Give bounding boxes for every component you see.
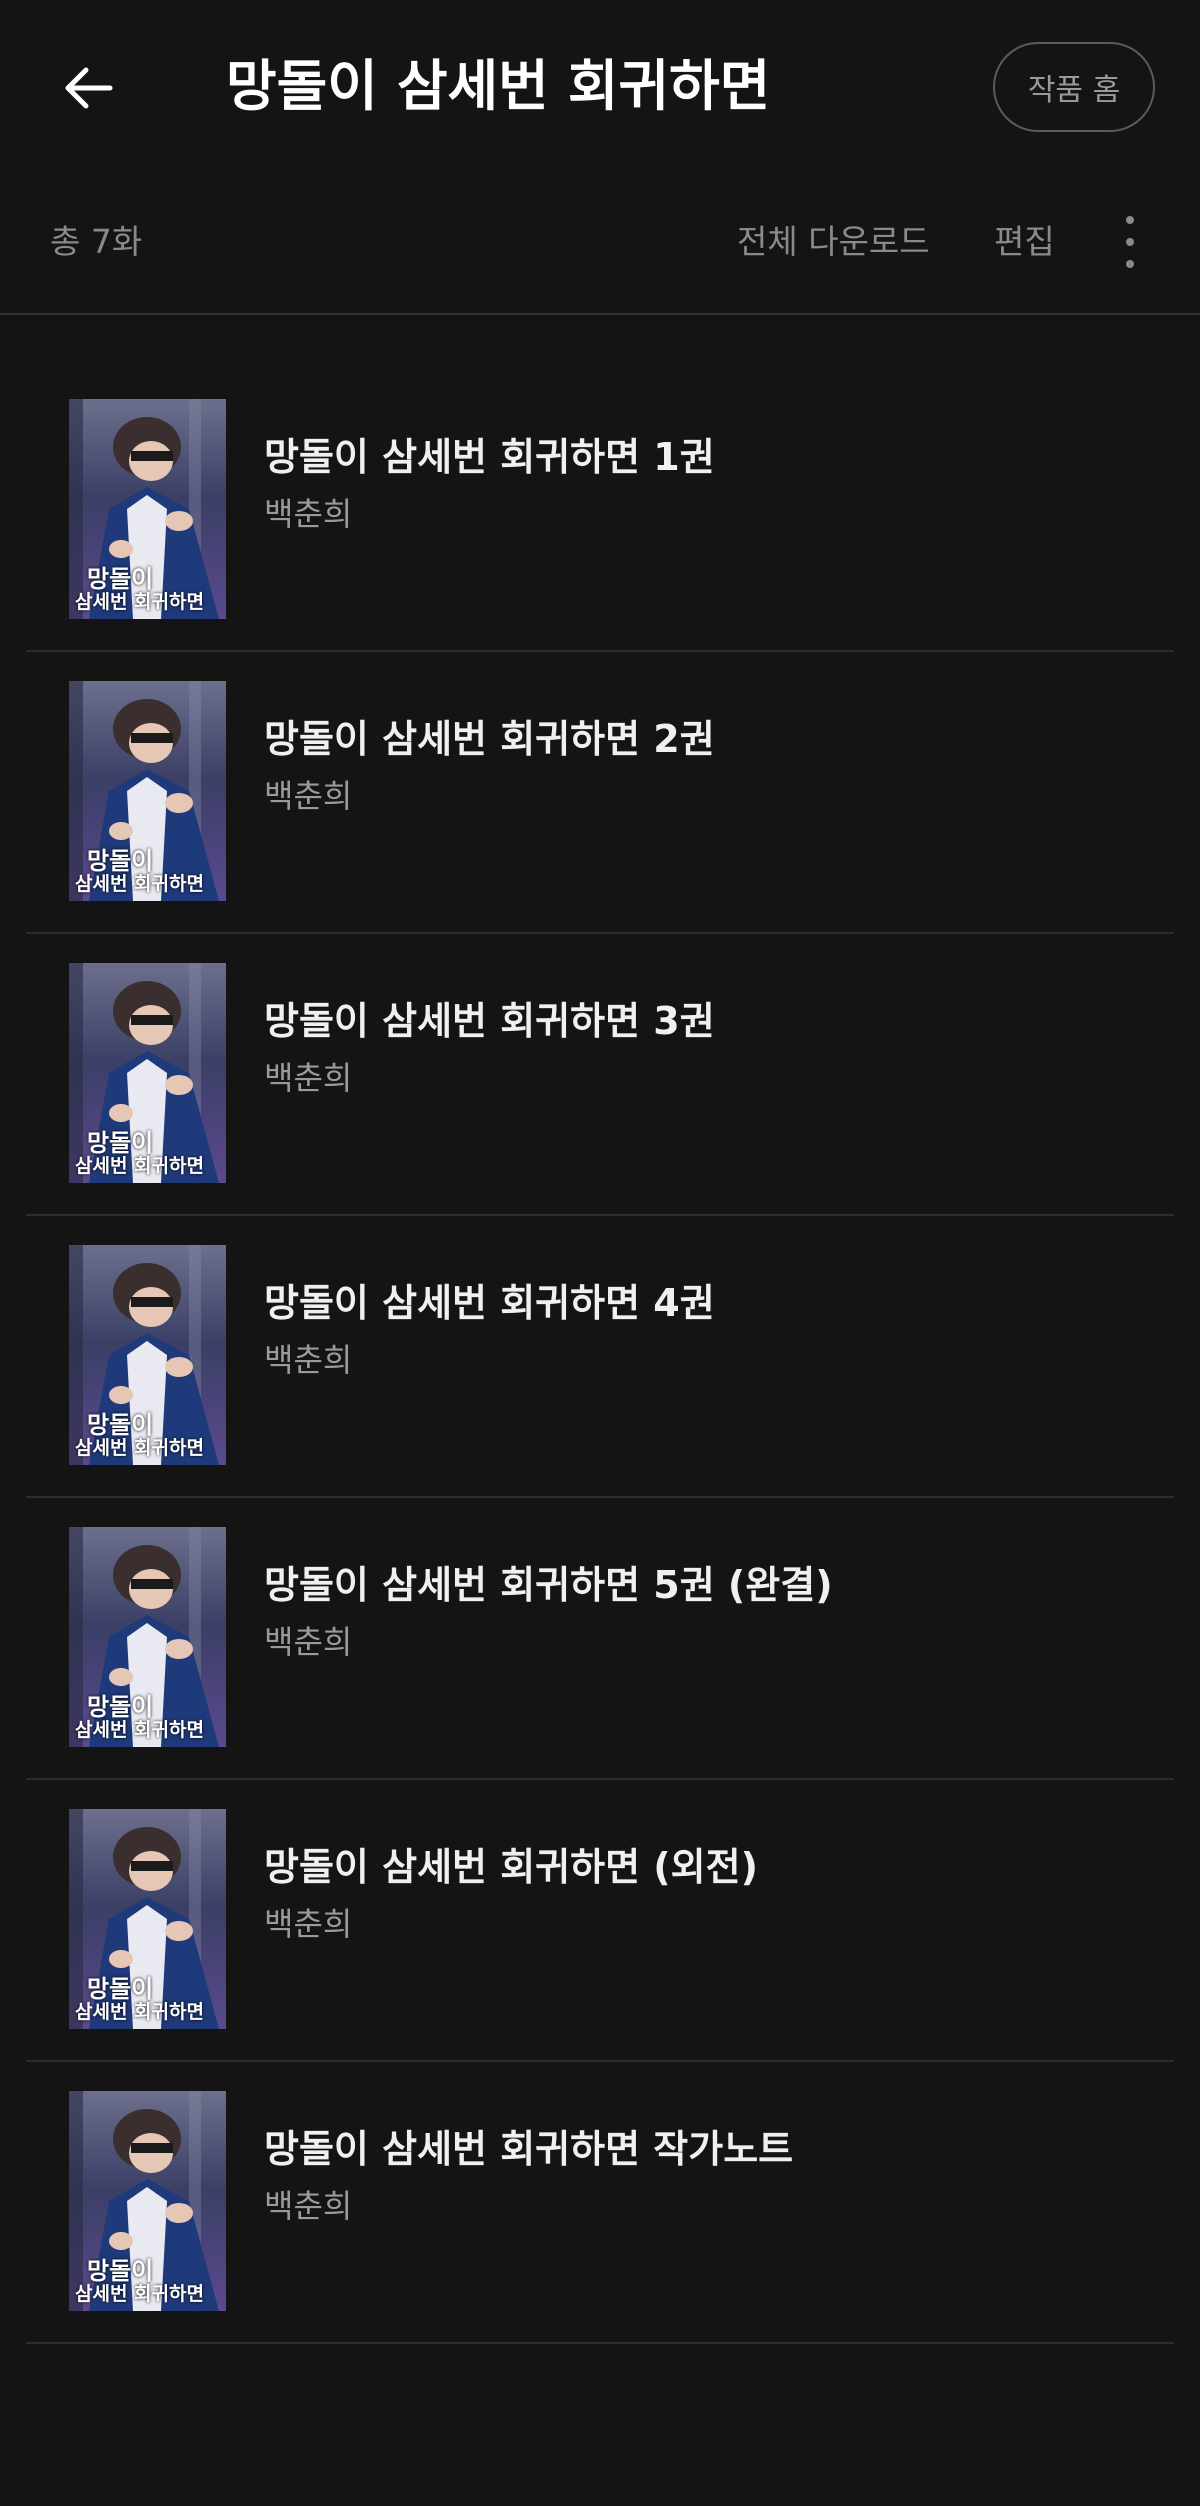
list-toolbar: 총 7화 전체 다운로드 편집 (0, 170, 1200, 314)
list-item[interactable]: 망돌이 삼세번 회귀하면 망돌이 삼세번 회귀하면 1권백춘희 (0, 370, 1200, 652)
list-item[interactable]: 망돌이 삼세번 회귀하면 망돌이 삼세번 회귀하면 작가노트백춘희 (0, 2062, 1200, 2344)
more-vertical-icon-dot (1126, 216, 1134, 224)
app-header: 망돌이 삼세번 회귀하면 작품 홈 (0, 0, 1200, 170)
episode-info: 망돌이 삼세번 회귀하면 (외전) 백춘희 (264, 1838, 758, 1948)
cover-title-line2: 삼세번 회귀하면 (75, 591, 204, 613)
episode-title: 망돌이 삼세번 회귀하면 1권 (264, 435, 715, 479)
episode-info: 망돌이 삼세번 회귀하면 1권백춘희 (264, 428, 715, 538)
episode-info: 망돌이 삼세번 회귀하면 작가노트백춘희 (264, 2120, 793, 2230)
cover-image: 망돌이 삼세번 회귀하면 (69, 1527, 226, 1747)
arrow-left-icon (65, 67, 113, 109)
episode-author: 백춘희 (264, 1059, 353, 1097)
more-options-button[interactable] (1110, 210, 1150, 274)
cover-image: 망돌이 삼세번 회귀하면 (69, 1809, 226, 2029)
episode-title: 망돌이 삼세번 회귀하면 4권 (264, 1281, 715, 1325)
episode-count: 총 7화 (50, 222, 143, 261)
cover-image: 망돌이 삼세번 회귀하면 (69, 2091, 226, 2311)
episode-info: 망돌이 삼세번 회귀하면 4권백춘희 (264, 1274, 715, 1384)
cover-title-line2: 삼세번 회귀하면 (75, 1437, 204, 1459)
episode-author: 백춘희 (264, 1623, 353, 1661)
cover-title-line2: 삼세번 회귀하면 (75, 873, 204, 895)
episode-author: 백춘희 (264, 777, 353, 815)
cover-title-line2: 삼세번 회귀하면 (75, 2283, 204, 2305)
cover-title-line2: 삼세번 회귀하면 (75, 2001, 204, 2023)
row-divider (26, 2342, 1174, 2344)
episode-title: 망돌이 삼세번 회귀하면 (외전) (264, 1845, 758, 1889)
more-vertical-icon-dot (1126, 238, 1134, 246)
cover-image: 망돌이 삼세번 회귀하면 (69, 963, 226, 1183)
header-divider (0, 313, 1200, 315)
episode-info: 망돌이 삼세번 회귀하면 5권 (완결) 백춘희 (264, 1556, 833, 1666)
back-button[interactable] (48, 48, 128, 128)
episode-author: 백춘희 (264, 2187, 353, 2225)
episode-title: 망돌이 삼세번 회귀하면 작가노트 (264, 2127, 794, 2171)
episode-info: 망돌이 삼세번 회귀하면 2권백춘희 (264, 710, 715, 820)
cover-title-line2: 삼세번 회귀하면 (75, 1155, 204, 1177)
list-item[interactable]: 망돌이 삼세번 회귀하면 망돌이 삼세번 회귀하면 2권백춘희 (0, 652, 1200, 934)
episode-title: 망돌이 삼세번 회귀하면 3권 (264, 999, 715, 1043)
episode-title: 망돌이 삼세번 회귀하면 5권 (완결) (264, 1563, 833, 1607)
cover-image: 망돌이 삼세번 회귀하면 (69, 399, 226, 619)
list-item[interactable]: 망돌이 삼세번 회귀하면 망돌이 삼세번 회귀하면 5권 (완결) 백춘희 (0, 1498, 1200, 1780)
episode-author: 백춘희 (264, 495, 353, 533)
edit-button[interactable]: 편집 (994, 220, 1055, 264)
list-item[interactable]: 망돌이 삼세번 회귀하면 망돌이 삼세번 회귀하면 3권백춘희 (0, 934, 1200, 1216)
list-item[interactable]: 망돌이 삼세번 회귀하면 망돌이 삼세번 회귀하면 (외전) 백춘희 (0, 1780, 1200, 2062)
episode-title: 망돌이 삼세번 회귀하면 2권 (264, 717, 715, 761)
episode-list: 망돌이 삼세번 회귀하면 망돌이 삼세번 회귀하면 1권 백춘희 망돌이 삼세번 회귀하면… (0, 370, 1200, 2344)
cover-title-line2: 삼세번 회귀하면 (75, 1719, 204, 1741)
episode-author: 백춘희 (264, 1905, 353, 1943)
more-vertical-icon-dot (1126, 260, 1134, 268)
cover-image: 망돌이 삼세번 회귀하면 (69, 681, 226, 901)
download-all-button[interactable]: 전체 다운로드 (737, 220, 930, 264)
list-item[interactable]: 망돌이 삼세번 회귀하면 망돌이 삼세번 회귀하면 4권백춘희 (0, 1216, 1200, 1498)
cover-image: 망돌이 삼세번 회귀하면 (69, 1245, 226, 1465)
series-home-button[interactable]: 작품 홈 (993, 42, 1155, 132)
episode-info: 망돌이 삼세번 회귀하면 3권백춘희 (264, 992, 715, 1102)
page-title: 망돌이 삼세번 회귀하면 (226, 54, 771, 118)
episode-author: 백춘희 (264, 1341, 353, 1379)
